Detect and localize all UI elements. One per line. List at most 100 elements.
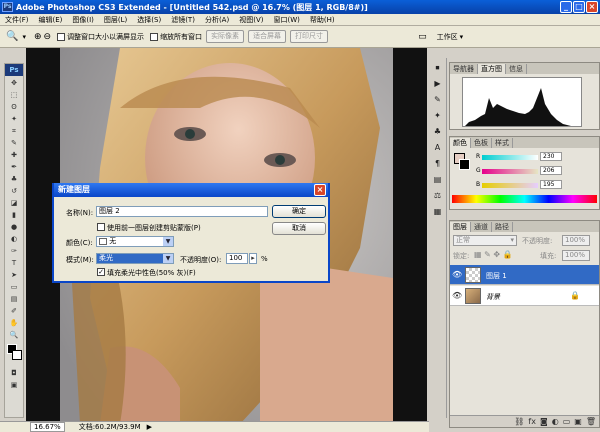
opacity-arrow-icon[interactable]: ▸ <box>249 253 257 264</box>
tab-navigator[interactable]: 导航器 <box>450 64 478 74</box>
magic-wand-tool-icon[interactable]: ✦ <box>6 114 22 124</box>
dodge-tool-icon[interactable]: ◐ <box>6 234 22 244</box>
fit-screen-button[interactable]: 适合屏幕 <box>248 30 287 43</box>
paragraph-panel-icon[interactable]: ¶ <box>431 158 445 170</box>
dialog-close-button[interactable]: × <box>314 184 326 196</box>
layer-row-1[interactable]: 👁 图层 1 <box>450 265 599 285</box>
close-button[interactable]: × <box>586 1 598 13</box>
tab-channels[interactable]: 通道 <box>471 222 492 232</box>
menu-image[interactable]: 图像(I) <box>67 15 99 25</box>
menu-analysis[interactable]: 分析(A) <box>200 15 234 25</box>
menu-file[interactable]: 文件(F) <box>0 15 34 25</box>
quick-mask-icon[interactable]: ◘ <box>6 368 22 378</box>
zoom-tool-icon[interactable]: 🔍 <box>6 31 18 42</box>
clone-source-icon[interactable]: ♣ <box>431 126 445 138</box>
notes-tool-icon[interactable]: ▤ <box>6 294 22 304</box>
tab-info[interactable]: 信息 <box>506 64 527 74</box>
menu-layer[interactable]: 图层(L) <box>99 15 132 25</box>
tab-paths[interactable]: 路径 <box>492 222 513 232</box>
actual-pixels-button[interactable]: 实际像素 <box>206 30 245 43</box>
zoom-tool-small-icon[interactable]: 🔍 <box>6 330 22 340</box>
workspace-label[interactable]: 工作区 <box>437 32 458 42</box>
visibility-eye-icon[interactable]: 👁 <box>452 270 462 280</box>
menu-view[interactable]: 视图(V) <box>234 15 268 25</box>
tool-presets-icon[interactable]: ✎ <box>431 94 445 106</box>
history-panel-icon[interactable]: ⏹ <box>431 62 445 74</box>
zoom-all-windows-checkbox[interactable] <box>150 32 159 41</box>
g-value[interactable]: 206 <box>540 166 562 175</box>
r-value[interactable]: 230 <box>540 152 562 161</box>
status-arrow-icon[interactable]: ▶ <box>147 423 152 431</box>
workspace-dropdown-icon[interactable]: ▾ <box>460 33 464 41</box>
color-select[interactable]: 无 ▼ <box>96 236 174 247</box>
menu-window[interactable]: 窗口(W) <box>268 15 304 25</box>
fill-field[interactable]: 100% <box>562 250 590 261</box>
clip-mask-checkbox[interactable] <box>97 223 105 231</box>
cancel-button[interactable]: 取消 <box>272 222 326 235</box>
opacity-input[interactable]: 100 <box>226 253 248 264</box>
hand-tool-icon[interactable]: ✋ <box>6 318 22 328</box>
lasso-tool-icon[interactable]: ʘ <box>6 102 22 112</box>
marquee-tool-icon[interactable]: ⬚ <box>6 90 22 100</box>
layer-name[interactable]: 图层 1 <box>486 271 507 281</box>
new-group-icon[interactable]: ▭ <box>563 417 571 426</box>
adjustment-layer-icon[interactable]: ◐ <box>552 417 559 426</box>
gradient-tool-icon[interactable]: ▮ <box>6 210 22 220</box>
eraser-tool-icon[interactable]: ◪ <box>6 198 22 208</box>
character-panel-icon[interactable]: A <box>431 142 445 154</box>
mode-select[interactable]: 柔光 ▼ <box>96 253 174 264</box>
menu-filter[interactable]: 滤镜(T) <box>166 15 200 25</box>
layer-name[interactable]: 背景 <box>486 292 500 302</box>
tab-styles[interactable]: 样式 <box>492 138 513 148</box>
b-slider[interactable] <box>482 183 538 188</box>
new-layer-icon[interactable]: ▣ <box>574 417 582 426</box>
visibility-eye-icon[interactable]: 👁 <box>452 291 462 301</box>
link-layers-icon[interactable]: ⛓ <box>514 417 524 426</box>
path-selection-icon[interactable]: ➤ <box>6 270 22 280</box>
tab-color[interactable]: 颜色 <box>450 138 471 148</box>
blend-mode-select[interactable]: 正常 ▾ <box>453 235 517 246</box>
menu-help[interactable]: 帮助(H) <box>305 15 340 25</box>
color-spectrum-bar[interactable] <box>452 195 597 203</box>
animation-icon[interactable]: ▦ <box>431 206 445 218</box>
g-slider[interactable] <box>482 169 538 174</box>
crop-tool-icon[interactable]: ⌗ <box>6 126 22 136</box>
layer-comps-icon[interactable]: ▤ <box>431 174 445 186</box>
delete-layer-icon[interactable]: 🗑 <box>586 417 596 426</box>
brush-tool-icon[interactable]: ✒ <box>6 162 22 172</box>
shape-tool-icon[interactable]: ▭ <box>6 282 22 292</box>
layer-style-icon[interactable]: fx <box>528 417 536 426</box>
zoom-level-field[interactable]: 16.67% <box>30 422 65 432</box>
menu-edit[interactable]: 编辑(E) <box>34 15 68 25</box>
blur-tool-icon[interactable]: ● <box>6 222 22 232</box>
measurement-icon[interactable]: ⚖ <box>431 190 445 202</box>
color-swatches[interactable] <box>5 344 23 366</box>
lock-icons[interactable]: ▦ ✎ ✥ 🔒 <box>474 250 513 259</box>
r-slider[interactable] <box>482 155 538 160</box>
pen-tool-icon[interactable]: ✑ <box>6 246 22 256</box>
ok-button[interactable]: 确定 <box>272 205 326 218</box>
healing-brush-icon[interactable]: ✚ <box>6 150 22 160</box>
tab-layers[interactable]: 图层 <box>450 222 471 232</box>
menu-select[interactable]: 选择(S) <box>132 15 166 25</box>
minimize-button[interactable]: _ <box>560 1 572 13</box>
actions-panel-icon[interactable]: ▶ <box>431 78 445 90</box>
opacity-field[interactable]: 100% <box>562 235 590 246</box>
layer-name-input[interactable]: 图层 2 <box>96 206 268 217</box>
layer-mask-icon[interactable]: ◙ <box>540 417 548 426</box>
b-value[interactable]: 195 <box>540 180 562 189</box>
resize-windows-checkbox[interactable] <box>57 32 66 41</box>
layer-row-background[interactable]: 👁 背景 🔒 <box>450 286 599 306</box>
dropdown-arrow-icon[interactable]: ▾ <box>22 33 26 41</box>
history-brush-icon[interactable]: ↺ <box>6 186 22 196</box>
fill-neutral-checkbox[interactable]: ✓ <box>97 268 105 276</box>
palette-well-icon[interactable]: ▭ <box>418 32 427 42</box>
tab-swatches[interactable]: 色板 <box>471 138 492 148</box>
eyedropper-tool-icon[interactable]: ✐ <box>6 306 22 316</box>
zoom-in-icon[interactable]: ⊕ <box>34 32 42 42</box>
type-tool-icon[interactable]: T <box>6 258 22 268</box>
move-tool-icon[interactable]: ✥ <box>6 78 22 88</box>
print-size-button[interactable]: 打印尺寸 <box>290 30 329 43</box>
background-color-swatch[interactable] <box>12 350 22 360</box>
clone-stamp-icon[interactable]: ♣ <box>6 174 22 184</box>
